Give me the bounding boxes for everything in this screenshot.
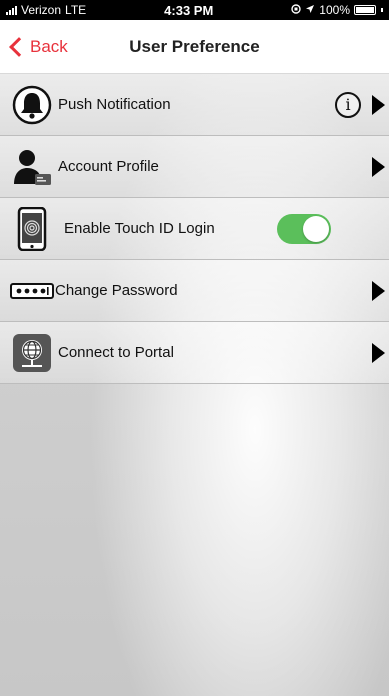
change-password-label: Change Password: [55, 282, 178, 299]
bell-icon: [10, 83, 54, 127]
back-button[interactable]: Back: [8, 37, 68, 57]
nav-bar: Back User Preference: [0, 20, 389, 74]
carrier-label: Verizon: [21, 3, 62, 17]
arrow-right-icon: [372, 342, 385, 363]
person-icon: [10, 145, 54, 189]
info-icon[interactable]: i: [335, 91, 361, 118]
arrow-right-icon: [372, 156, 385, 177]
globe-portal-icon: [10, 331, 54, 375]
toggle-knob: [303, 215, 329, 242]
status-bar: Verizon LTE 4:33 PM 100%: [0, 0, 389, 20]
touch-id-label: Enable Touch ID Login: [64, 220, 215, 237]
connect-portal-row[interactable]: Connect to Portal: [0, 322, 389, 384]
battery-percent: 100%: [319, 3, 350, 17]
account-profile-label: Account Profile: [58, 158, 159, 175]
location-icon: [305, 3, 315, 17]
preference-list: Push Notification i Account Profile Enab…: [0, 74, 389, 384]
back-label: Back: [30, 36, 68, 56]
connect-portal-label: Connect to Portal: [58, 344, 174, 361]
arrow-right-icon: [372, 94, 385, 115]
chevron-left-icon: [9, 36, 29, 57]
battery-icon: [354, 5, 376, 15]
arrow-right-icon: [372, 280, 385, 301]
push-notification-label: Push Notification: [58, 96, 171, 113]
app-screen: Verizon LTE 4:33 PM 100% Back User Prefe…: [0, 0, 389, 696]
signal-icon: [6, 5, 17, 15]
status-right: 100%: [291, 3, 383, 17]
lock-rotation-icon: [291, 3, 301, 17]
touch-id-toggle[interactable]: [277, 213, 331, 244]
network-label: LTE: [65, 3, 87, 17]
push-notification-row[interactable]: Push Notification i: [0, 74, 389, 136]
fingerprint-phone-icon: [10, 206, 54, 251]
touch-id-row: Enable Touch ID Login: [0, 198, 389, 260]
account-profile-row[interactable]: Account Profile: [0, 136, 389, 198]
status-left: Verizon LTE: [6, 3, 86, 17]
status-time: 4:33 PM: [164, 2, 214, 18]
change-password-row[interactable]: Change Password: [0, 260, 389, 322]
password-icon: [10, 269, 54, 313]
